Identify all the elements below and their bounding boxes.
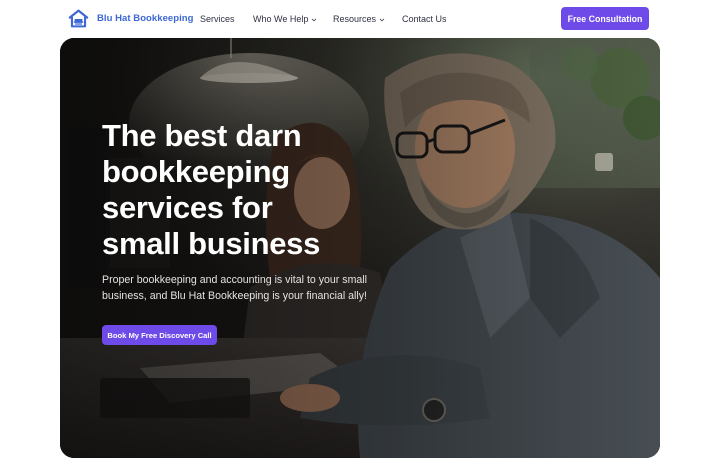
nav-label: Services: [200, 14, 235, 24]
chevron-down-icon: [379, 18, 385, 21]
hero-title-line: services for: [102, 190, 273, 225]
hero-title-line: The best darn: [102, 118, 302, 153]
hero-title-line: bookkeeping: [102, 154, 290, 189]
hero-title-line: small business: [102, 226, 321, 261]
site-header: Blu Hat Bookkeeping Services Who We Help…: [0, 0, 720, 38]
nav-who-we-help[interactable]: Who We Help: [253, 12, 317, 26]
hero-title: The best darn bookkeeping services for s…: [102, 118, 362, 262]
chevron-down-icon: [312, 18, 317, 21]
hero-subtitle-line: Proper bookkeeping and accounting is vit…: [102, 274, 367, 286]
nav-resources[interactable]: Resources: [333, 12, 385, 26]
book-discovery-call-button[interactable]: Book My Free Discovery Call: [102, 325, 217, 345]
nav-services[interactable]: Services: [200, 12, 235, 26]
nav-label: Contact Us: [402, 14, 447, 24]
nav-label: Who We Help: [253, 14, 309, 24]
nav-contact-us[interactable]: Contact Us: [402, 12, 447, 26]
house-hat-logo-icon: [68, 9, 89, 27]
hero-section: The best darn bookkeeping services for s…: [60, 38, 660, 458]
free-consultation-button[interactable]: Free Consultation: [561, 7, 649, 30]
nav-label: Resources: [333, 14, 377, 24]
brand-link[interactable]: Blu Hat Bookkeeping: [68, 7, 194, 29]
hero-subtitle: Proper bookkeeping and accounting is vit…: [102, 273, 422, 304]
brand-name: Blu Hat Bookkeeping: [97, 12, 194, 24]
hero-subtitle-line: business, and Blu Hat Bookkeeping is you…: [102, 289, 367, 302]
